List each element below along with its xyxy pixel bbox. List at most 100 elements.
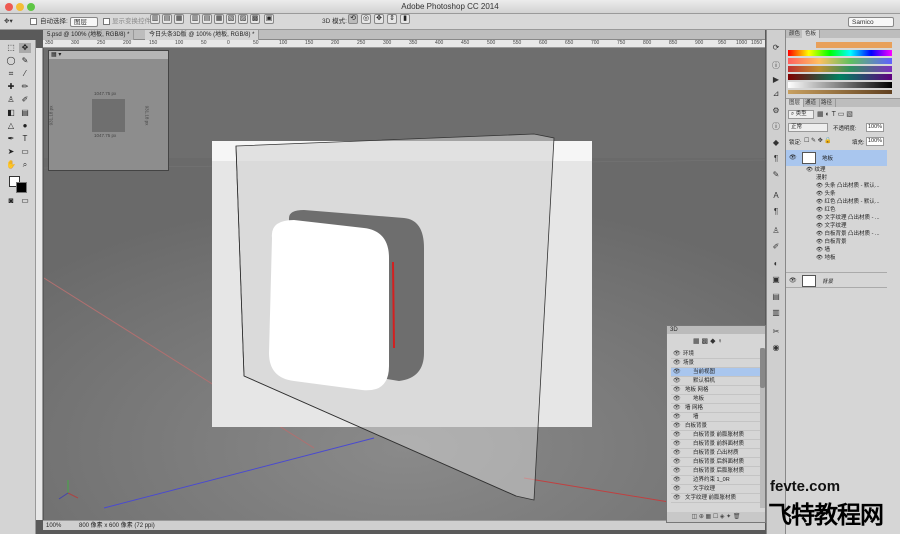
swatches-icon[interactable]: ✂ — [769, 326, 783, 337]
eye-icon[interactable]: 👁 — [673, 413, 681, 422]
blend-mode-dropdown[interactable]: 正常 — [788, 123, 828, 132]
3d-row[interactable]: 👁 白板背景 凸出材质 — [671, 449, 763, 458]
3d-panel-icon[interactable]: ◉ — [769, 342, 783, 353]
crop-tool-icon[interactable]: ⌗ — [5, 69, 17, 79]
auto-select-dropdown[interactable]: 图层 — [70, 17, 98, 27]
3d-row[interactable]: 👁 场景 — [671, 359, 763, 368]
eye-icon[interactable]: 👁 — [789, 277, 797, 284]
eye-icon[interactable]: 👁 — [816, 239, 825, 245]
tab-paths[interactable]: 路径 — [818, 99, 837, 107]
layer-filter-dropdown[interactable]: ⌕ 类型 — [788, 110, 814, 119]
3d-row[interactable]: 👁 文字纹理 前膨胀材质 — [671, 494, 763, 503]
show-transform-checkbox[interactable] — [103, 17, 110, 27]
paragraph-style-icon[interactable]: ¶ — [769, 206, 783, 217]
layer-sub-row[interactable]: 👁 墙 — [816, 246, 900, 254]
dodge-tool-icon[interactable]: ● — [19, 121, 31, 131]
eye-icon[interactable]: 👁 — [673, 494, 681, 503]
move-tool-icon[interactable]: ✥▾ — [4, 17, 13, 27]
eye-icon[interactable]: 👁 — [673, 476, 681, 485]
3d-row[interactable]: 👁 默认相机 — [671, 377, 763, 386]
auto-align-icon[interactable]: ▣ — [264, 14, 274, 24]
3d-slide-icon[interactable]: ⇕ — [387, 14, 397, 24]
align-icon[interactable]: ▤ — [162, 14, 172, 24]
workspace-dropdown[interactable]: Samico — [848, 17, 894, 27]
3d-row[interactable]: 👁 白板背景 后膨胀材质 — [671, 467, 763, 476]
eye-icon[interactable]: 👁 — [673, 350, 681, 359]
lock-icons[interactable]: ☐ ✎ ✥ 🔒 — [804, 137, 832, 144]
3d-panel-scrollbar[interactable] — [760, 348, 765, 508]
eye-icon[interactable]: 👁 — [673, 359, 681, 368]
3d-orbit-icon[interactable]: ⟲ — [348, 14, 358, 24]
lasso-tool-icon[interactable]: ◯ — [5, 56, 17, 66]
3d-row[interactable]: 👁 地板 网格 — [671, 386, 763, 395]
3d-secondary-view[interactable]: ▦ ▾ 1047.75 px 1047.75 px 931.18 px 931.… — [48, 50, 169, 171]
eye-icon[interactable]: 👁 — [673, 431, 681, 440]
layer-sub-row[interactable]: 👁 白板背景 凸出材质 - ... — [816, 230, 900, 238]
shape-tool-icon[interactable]: ▭ — [19, 147, 31, 157]
layer-sub-row[interactable]: 👁 红色 凸出材质 - 默认... — [816, 198, 900, 206]
eye-icon[interactable]: 👁 — [816, 215, 825, 221]
timeline-icon[interactable]: ▥ — [769, 307, 783, 318]
hand-tool-icon[interactable]: ✋ — [5, 160, 17, 170]
eye-icon[interactable]: 👁 — [673, 377, 681, 386]
history-brush-icon[interactable]: ✐ — [19, 95, 31, 105]
layer-sub-row[interactable]: 👁 白板背景 — [816, 238, 900, 246]
eye-icon[interactable]: 👁 — [816, 231, 825, 237]
3d-row[interactable]: 👁 墙 网格 — [671, 404, 763, 413]
eye-icon[interactable]: 👁 — [816, 255, 825, 261]
swatch-rows[interactable] — [788, 42, 892, 94]
3d-pan-icon[interactable]: ✥ — [374, 14, 384, 24]
zoom-tool-icon[interactable]: ⌕ — [19, 160, 31, 170]
eye-icon[interactable]: 👁 — [673, 395, 681, 404]
marquee-tool-icon[interactable]: ⬚ — [5, 43, 17, 53]
gradient-tool-icon[interactable]: ▤ — [19, 108, 31, 118]
3d-icon[interactable]: ◆ — [769, 137, 783, 148]
info-icon[interactable]: ⓘ — [769, 60, 783, 71]
notes-icon[interactable]: ▤ — [769, 291, 783, 302]
layer-row-selected[interactable]: 👁 地板 — [786, 150, 887, 166]
play-icon[interactable]: ▶ — [769, 74, 783, 85]
eye-icon[interactable]: 👁 — [673, 368, 681, 377]
layer-sub-row[interactable]: 👁 文字纹理 — [816, 222, 900, 230]
eye-icon[interactable]: 👁 — [816, 183, 825, 189]
align-icon[interactable]: ▦ — [174, 14, 184, 24]
layer-sub-row[interactable]: 👁 文字纹理 凸出材质 - ... — [816, 214, 900, 222]
eraser-icon[interactable]: ◧ — [5, 108, 17, 118]
quick-select-icon[interactable]: ✎ — [19, 56, 31, 66]
move-tool-icon[interactable]: ✥ — [19, 43, 31, 53]
eye-icon[interactable]: 👁 — [816, 191, 825, 197]
eye-icon[interactable]: 👁 — [673, 440, 681, 449]
zoom-level[interactable]: 100% — [46, 521, 61, 531]
eye-icon[interactable]: 👁 — [673, 467, 681, 476]
adjust-icon[interactable]: ⊿ — [769, 88, 783, 99]
clone-stamp-icon[interactable]: ♙ — [5, 95, 17, 105]
character-icon[interactable]: A — [769, 190, 783, 201]
layer-sub-row[interactable]: 👁 头条 凸出材质 - 默认... — [816, 182, 900, 190]
properties-icon[interactable]: ⚙ — [769, 105, 783, 116]
brush-preset-icon[interactable]: ✎ — [769, 169, 783, 180]
eye-icon[interactable]: 👁 — [673, 458, 681, 467]
opacity-input[interactable]: 100% — [866, 123, 884, 132]
clone-source-icon[interactable]: ♙ — [769, 225, 783, 236]
distribute-icon[interactable]: ▧ — [226, 14, 236, 24]
healing-brush-icon[interactable]: ✚ — [5, 82, 17, 92]
screen-mode-icon[interactable]: ▭ — [19, 196, 31, 206]
distribute-icon[interactable]: ▤ — [202, 14, 212, 24]
layer-sub-row[interactable]: 👁 红色 — [816, 206, 900, 214]
3d-row[interactable]: 👁 白板背景 前膨胀材质 — [671, 431, 763, 440]
tab-swatches[interactable]: 色板 — [802, 30, 821, 38]
distribute-icon[interactable]: ▩ — [250, 14, 260, 24]
eye-icon[interactable]: 👁 — [816, 207, 825, 213]
3d-scale-icon[interactable]: ▮ — [400, 14, 410, 24]
3d-row[interactable]: 👁 白板背景 后斜面材质 — [671, 458, 763, 467]
3d-row[interactable]: 👁 文字纹理 — [671, 485, 763, 494]
3d-row[interactable]: 👁 边界约束 1_0R — [671, 476, 763, 485]
document-tab-active[interactable]: 今日头条3D版 @ 100% (地板, RGB/8) * — [145, 30, 260, 40]
type-tool-icon[interactable]: T — [19, 134, 31, 144]
eye-icon[interactable]: 👁 — [673, 386, 681, 395]
layer-sub-row[interactable]: 👁 纹理 — [806, 166, 900, 174]
swatch-grid[interactable] — [788, 42, 894, 94]
3d-row[interactable]: 👁 环境 — [671, 350, 763, 359]
align-icon[interactable]: ▥ — [150, 14, 160, 24]
document-tab[interactable]: 5.psd @ 100% (地板, RGB/8) * — [43, 30, 135, 40]
